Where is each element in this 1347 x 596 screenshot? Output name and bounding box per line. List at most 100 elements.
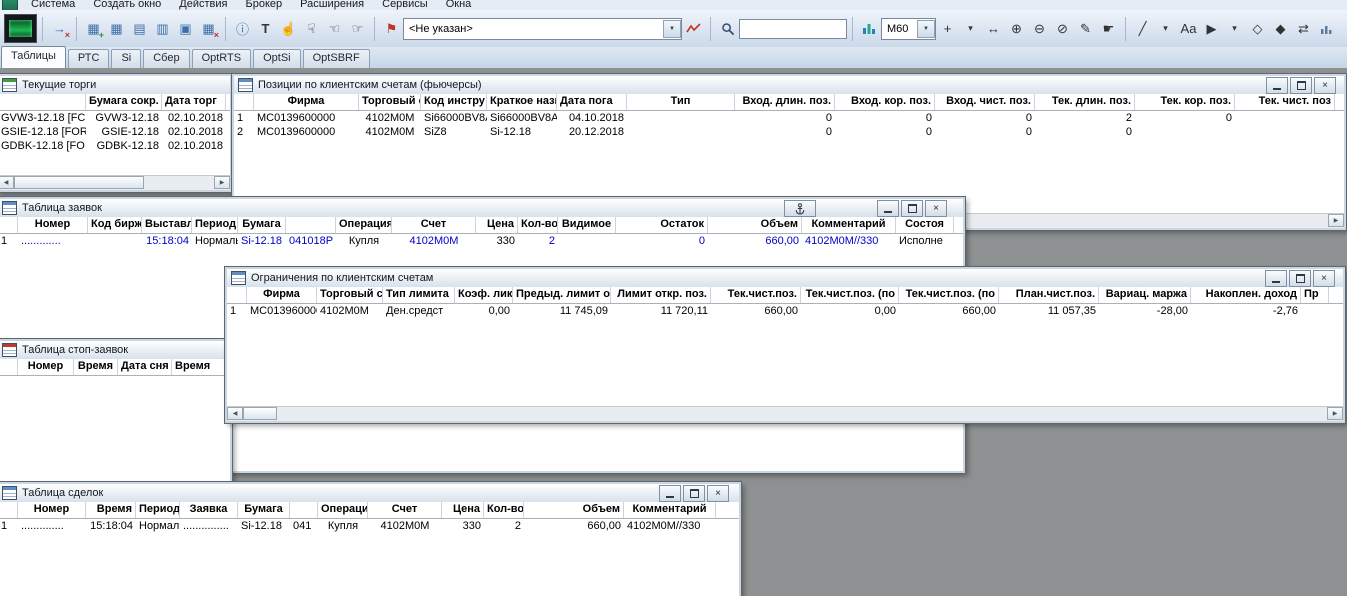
column-header[interactable]: Период	[136, 502, 180, 518]
line-options-button[interactable]: ▾	[1154, 17, 1177, 40]
column-header[interactable]: Предыд. лимит о	[513, 287, 611, 303]
column-header[interactable]: Краткое названи	[487, 94, 557, 110]
minimize-button[interactable]	[659, 485, 681, 502]
column-header[interactable]: Цена	[476, 217, 518, 233]
scroll-right-icon[interactable]: ▶	[214, 176, 230, 189]
point-right-button[interactable]: ☞	[346, 17, 369, 40]
column-header[interactable]: Фирма	[247, 287, 317, 303]
chevron-down-icon[interactable]: ▼	[917, 19, 935, 38]
scroll-right-icon[interactable]: ▶	[1327, 407, 1343, 420]
timeframe-combobox[interactable]: M60 ▼	[881, 17, 936, 40]
column-header[interactable]	[286, 217, 336, 233]
maximize-button[interactable]	[683, 485, 705, 502]
orders-window-button[interactable]: ▥	[151, 17, 174, 40]
window-titlebar[interactable]: Ограничения по клиентским счетам ×	[227, 269, 1343, 288]
window-titlebar[interactable]: Таблица заявок ×	[0, 199, 963, 218]
maximize-button[interactable]	[901, 200, 923, 217]
instrument-combobox[interactable]: <Не указан> ▼	[403, 17, 682, 40]
column-header[interactable]: Вход. чист. поз.	[935, 94, 1035, 110]
column-header[interactable]: Номер	[18, 359, 74, 375]
line-tool-button[interactable]: ╱	[1131, 17, 1154, 40]
column-header[interactable]	[0, 359, 18, 375]
column-header[interactable]: Операция	[336, 217, 392, 233]
font-tool-button[interactable]: Aa	[1177, 17, 1200, 40]
column-header[interactable]: Цена	[442, 502, 484, 518]
column-header[interactable]: Вход. кор. поз.	[835, 94, 935, 110]
tab-tables[interactable]: Таблицы	[1, 46, 66, 68]
swap-tool-button[interactable]: ⇄	[1292, 17, 1315, 40]
tab-optrts[interactable]: OptRTS	[191, 49, 252, 68]
column-header[interactable]: Комментарий	[802, 217, 896, 233]
column-header[interactable]: Торговый с	[359, 94, 421, 110]
table-row[interactable]: 1.............. 15:18:04 Нормаль..........…	[0, 519, 739, 533]
column-header[interactable]: Дата пога	[557, 94, 627, 110]
column-header[interactable]: Номер	[18, 502, 86, 518]
table-row[interactable]: 2 MC0139600000 4102M0M SiZ8 Si-12.18 20.12.20…	[234, 125, 1344, 139]
vote-down-button[interactable]: ☟	[300, 17, 323, 40]
column-header[interactable]	[234, 94, 254, 110]
column-header[interactable]: Вариац. маржа	[1099, 287, 1191, 303]
play-options-button[interactable]: ▾	[1223, 17, 1246, 40]
window-titlebar[interactable]: Текущие торги	[0, 76, 230, 95]
column-header[interactable]: Тек. чист. поз	[1235, 94, 1335, 110]
minimize-button[interactable]	[1266, 77, 1288, 94]
close-button[interactable]: ×	[1314, 77, 1336, 94]
column-header[interactable]: Тек. кор. поз.	[1135, 94, 1235, 110]
column-header[interactable]: Дата торг	[162, 94, 226, 110]
column-header[interactable]	[290, 502, 318, 518]
add-button[interactable]: +	[936, 17, 959, 40]
point-left-button[interactable]: ☜	[323, 17, 346, 40]
column-header[interactable]: Бумага	[238, 502, 290, 518]
zoom-out-button[interactable]: ⊖	[1028, 17, 1051, 40]
column-header[interactable]	[0, 502, 18, 518]
column-header[interactable]: Время	[86, 502, 136, 518]
maximize-button[interactable]	[1290, 77, 1312, 94]
column-header[interactable]: Бумага сокр.	[86, 94, 162, 110]
chart-bars-button[interactable]	[858, 17, 881, 40]
column-header[interactable]: Бумага	[238, 217, 286, 233]
horizontal-scrollbar[interactable]: ◀ ▶	[0, 175, 230, 190]
column-header[interactable]: Операция	[318, 502, 368, 518]
column-header[interactable]: Код биржи	[88, 217, 142, 233]
column-header[interactable]: Тек.чист.поз. (по	[801, 287, 899, 303]
scroll-right-icon[interactable]: ▶	[1328, 214, 1344, 227]
column-header[interactable]: Тип	[627, 94, 735, 110]
column-header[interactable]: Счет	[368, 502, 442, 518]
tab-rts[interactable]: РТС	[67, 49, 110, 68]
column-header[interactable]: Состоя	[896, 217, 954, 233]
instrument-flag-button[interactable]: ⚑	[380, 17, 403, 40]
anchor-button[interactable]	[784, 200, 816, 217]
disable-tool-button[interactable]: ⊘	[1051, 17, 1074, 40]
minimize-button[interactable]	[877, 200, 899, 217]
tab-si[interactable]: Si	[111, 49, 142, 68]
shape-tool-button[interactable]: ◇	[1246, 17, 1269, 40]
quik-logo-icon[interactable]	[4, 14, 37, 43]
quotes-window-button[interactable]: ▦	[105, 17, 128, 40]
minimize-button[interactable]	[1265, 270, 1287, 287]
column-header[interactable]: Номер	[18, 217, 88, 233]
table-row[interactable]: GVW3-12.18 [FC GVW3-12.18 02.10.2018	[0, 111, 230, 125]
column-header[interactable]: Пр	[1301, 287, 1329, 303]
search-input[interactable]	[739, 18, 847, 39]
column-header[interactable]: Время	[74, 359, 118, 375]
column-header[interactable]: План.чист.поз.	[999, 287, 1099, 303]
scrollbar-thumb[interactable]	[243, 407, 277, 420]
column-header[interactable]: Кол-во	[484, 502, 524, 518]
horizontal-scrollbar[interactable]: ◀ ▶	[227, 406, 1343, 421]
column-header[interactable]: Тип лимита	[383, 287, 455, 303]
graph-button[interactable]	[682, 17, 705, 40]
move-tool-button[interactable]: ↔	[982, 17, 1005, 40]
search-button[interactable]	[716, 17, 739, 40]
disconnect-button[interactable]: → ×	[48, 17, 71, 40]
column-header[interactable]: Торговый с	[317, 287, 383, 303]
column-header[interactable]: Тек. длин. поз.	[1035, 94, 1135, 110]
column-header[interactable]: Остаток	[616, 217, 708, 233]
column-header[interactable]: Объем	[708, 217, 802, 233]
column-header[interactable]: Код инстру	[421, 94, 487, 110]
column-header[interactable]	[227, 287, 247, 303]
column-header[interactable]: Комментарий	[624, 502, 716, 518]
vote-up-button[interactable]: ☝	[277, 17, 300, 40]
column-header[interactable]: Заявка	[180, 502, 238, 518]
add-options-button[interactable]: ▾	[959, 17, 982, 40]
column-header[interactable]: Дата сня	[118, 359, 172, 375]
